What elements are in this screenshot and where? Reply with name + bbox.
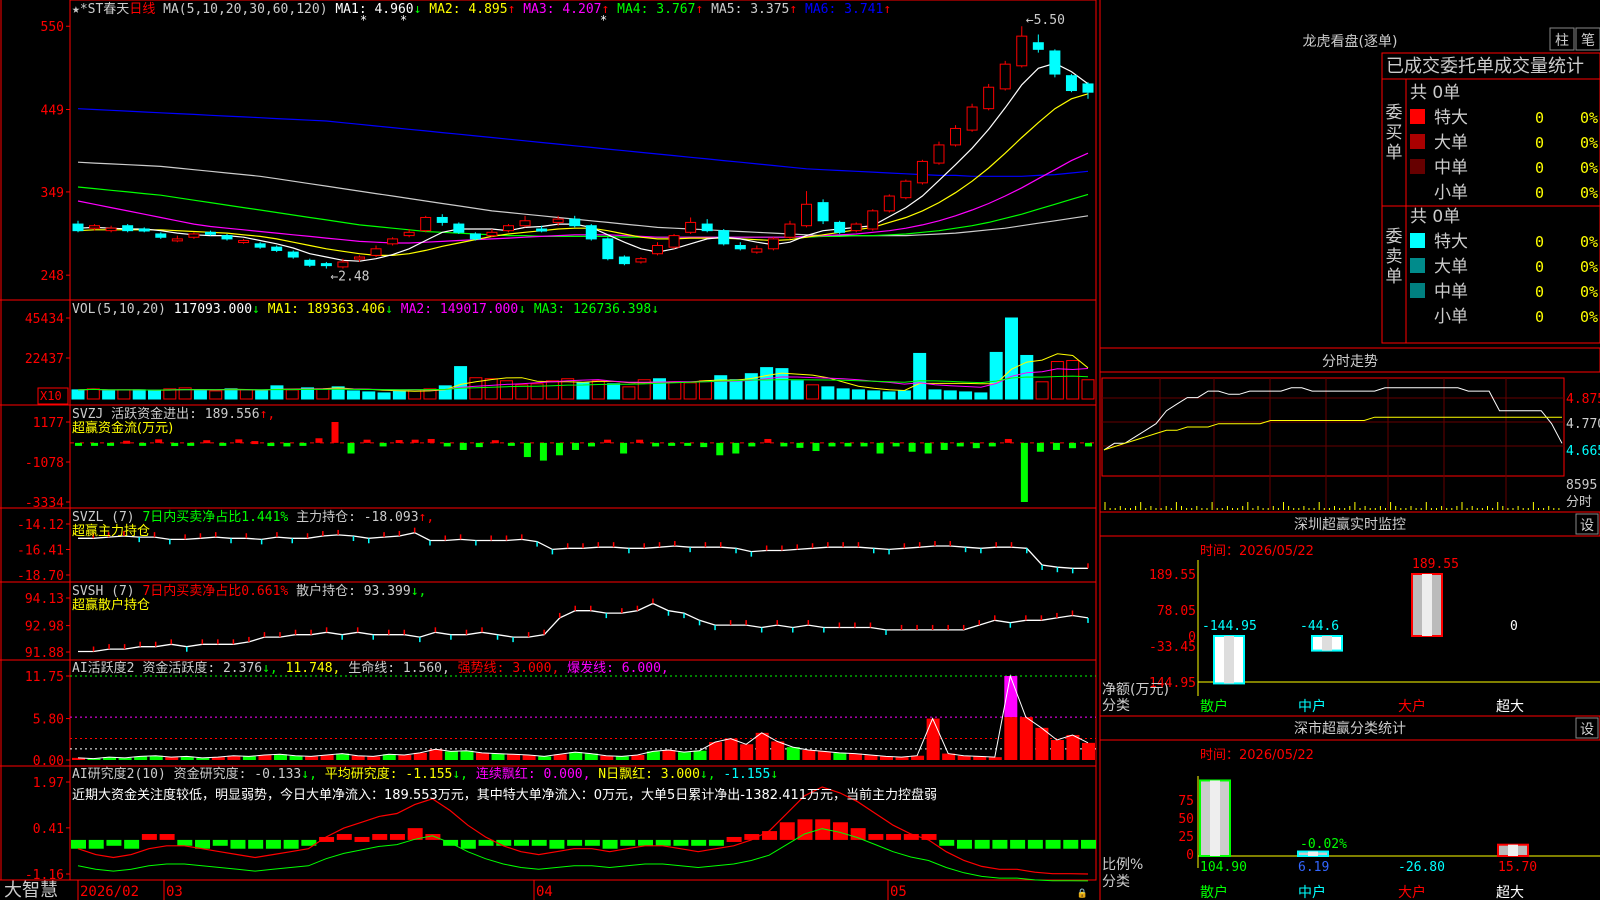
sell-row-name: 特大 bbox=[1434, 232, 1468, 252]
intraday-title: 分时走势 bbox=[1322, 354, 1378, 370]
sz-monitor-bar-shine bbox=[1224, 636, 1234, 684]
sell-row-count: 0 bbox=[1535, 258, 1544, 276]
sell-side-label: 卖 bbox=[1386, 247, 1403, 267]
sz-class-category: 超大 bbox=[1496, 885, 1524, 900]
buy-row-name: 大单 bbox=[1434, 133, 1468, 153]
sz-monitor-category: 散户 bbox=[1200, 698, 1228, 715]
sell-row-count: 0 bbox=[1535, 233, 1544, 251]
buy-row-name: 小单 bbox=[1434, 183, 1468, 203]
buy-total: 共 0单 bbox=[1410, 83, 1460, 103]
buy-swatch bbox=[1410, 109, 1425, 124]
buy-side-label: 买 bbox=[1386, 123, 1403, 143]
buy-row-name: 特大 bbox=[1434, 108, 1468, 128]
sz-monitor-value: -144.95 bbox=[1202, 619, 1257, 634]
sz-class-x-label: 分类 bbox=[1102, 874, 1130, 890]
sz-monitor-y-label: 净额(万元) bbox=[1102, 682, 1169, 698]
sz-class-y-tick: 75 bbox=[1178, 794, 1194, 809]
sz-class-value: 6.19 bbox=[1298, 860, 1329, 875]
sz-monitor-value: 189.55 bbox=[1412, 557, 1459, 572]
intraday-y-tick: 4.770 bbox=[1566, 417, 1600, 432]
sell-row-name: 大单 bbox=[1434, 257, 1468, 277]
sell-row-count: 0 bbox=[1535, 308, 1544, 326]
tick-view-label[interactable]: 笔 bbox=[1581, 33, 1595, 49]
sz-monitor-category: 中户 bbox=[1298, 698, 1326, 715]
sz-monitor-y-tick: -33.45 bbox=[1149, 640, 1196, 655]
sz-class-note: -0.02% bbox=[1300, 837, 1347, 852]
sz-class-bar-shine bbox=[1508, 844, 1518, 856]
sz-class-category: 中户 bbox=[1298, 884, 1326, 900]
sz-class-settings-label[interactable]: 设 bbox=[1580, 722, 1594, 738]
intraday-y-tick: 4.665 bbox=[1566, 444, 1600, 459]
sz-monitor-category: 超大 bbox=[1496, 699, 1524, 715]
buy-row-pct: 0% bbox=[1580, 109, 1598, 127]
sz-class-bar-shine bbox=[1210, 780, 1220, 856]
sell-row-pct: 0% bbox=[1580, 258, 1598, 276]
buy-row-count: 0 bbox=[1535, 159, 1544, 177]
sell-row-name: 小单 bbox=[1434, 307, 1468, 327]
sz-monitor-category: 大户 bbox=[1398, 698, 1426, 715]
buy-row-count: 0 bbox=[1535, 184, 1544, 202]
buy-side-label: 委 bbox=[1386, 103, 1403, 123]
sz-class-time: 时间：2026/05/22 bbox=[1200, 748, 1314, 763]
sz-monitor-y-tick: 189.55 bbox=[1149, 568, 1196, 583]
sz-class-value: 15.70 bbox=[1498, 860, 1537, 875]
column-view-label[interactable]: 柱 bbox=[1555, 33, 1569, 49]
sz-monitor-value: -44.6 bbox=[1300, 619, 1339, 634]
dragon-tiger-title: 龙虎看盘(逐单) bbox=[1303, 33, 1398, 50]
sz-monitor-value: 0 bbox=[1510, 619, 1518, 634]
sz-class-y-tick: 50 bbox=[1178, 812, 1194, 827]
sell-row-pct: 0% bbox=[1580, 233, 1598, 251]
sz-monitor-x-label: 分类 bbox=[1102, 698, 1130, 714]
intraday-y-tick: 4.875 bbox=[1566, 392, 1600, 407]
sz-class-value: 104.90 bbox=[1200, 860, 1247, 875]
sell-row-name: 中单 bbox=[1434, 282, 1468, 302]
sell-side-label: 单 bbox=[1386, 267, 1403, 287]
dragon-tiger-header: 已成交委托单成交量统计 bbox=[1386, 56, 1584, 77]
sell-swatch bbox=[1410, 283, 1425, 298]
buy-side-label: 单 bbox=[1386, 143, 1403, 163]
sz-monitor-y-tick: 78.05 bbox=[1157, 604, 1196, 619]
intraday-vol-tick: 8595 bbox=[1566, 478, 1597, 493]
sz-class-category: 散户 bbox=[1200, 884, 1228, 900]
intraday-frame bbox=[1101, 377, 1565, 477]
sell-row-count: 0 bbox=[1535, 283, 1544, 301]
buy-row-count: 0 bbox=[1535, 109, 1544, 127]
sz-class-title: 深市超赢分类统计 bbox=[1294, 720, 1406, 737]
buy-swatch bbox=[1410, 134, 1425, 149]
sz-class-bar-shine bbox=[1308, 851, 1318, 856]
sz-monitor-time: 时间：2026/05/22 bbox=[1200, 544, 1314, 559]
side-panels: 龙虎看盘(逐单) 柱笔已成交委托单成交量统计委买单委卖单共 0单特大 0 0%大单 0 0… bbox=[1099, 0, 1600, 900]
sz-class-value: -26.80 bbox=[1398, 860, 1445, 875]
sell-row-pct: 0% bbox=[1580, 308, 1598, 326]
sell-side-label: 委 bbox=[1386, 227, 1403, 247]
buy-row-pct: 0% bbox=[1580, 184, 1598, 202]
sz-monitor-title: 深圳超赢实时监控 bbox=[1294, 516, 1406, 533]
sz-monitor-settings-label[interactable]: 设 bbox=[1580, 518, 1594, 534]
buy-row-pct: 0% bbox=[1580, 134, 1598, 152]
sz-class-y-label: 比例% bbox=[1102, 857, 1143, 873]
sz-class-y-tick: 25 bbox=[1178, 830, 1194, 845]
intraday-unit: 分时 bbox=[1566, 495, 1592, 510]
sell-total: 共 0单 bbox=[1410, 207, 1460, 227]
sz-monitor-bar-shine bbox=[1322, 636, 1332, 651]
sell-swatch bbox=[1410, 258, 1425, 273]
sz-class-category: 大户 bbox=[1398, 884, 1426, 900]
buy-row-name: 中单 bbox=[1434, 158, 1468, 178]
buy-swatch bbox=[1410, 159, 1425, 174]
sell-row-pct: 0% bbox=[1580, 283, 1598, 301]
intraday-price-line bbox=[1103, 387, 1563, 451]
buy-row-count: 0 bbox=[1535, 134, 1544, 152]
sell-swatch bbox=[1410, 233, 1425, 248]
buy-row-pct: 0% bbox=[1580, 159, 1598, 177]
sz-class-y-tick: 0 bbox=[1186, 848, 1194, 863]
sz-monitor-bar-shine bbox=[1422, 574, 1432, 636]
